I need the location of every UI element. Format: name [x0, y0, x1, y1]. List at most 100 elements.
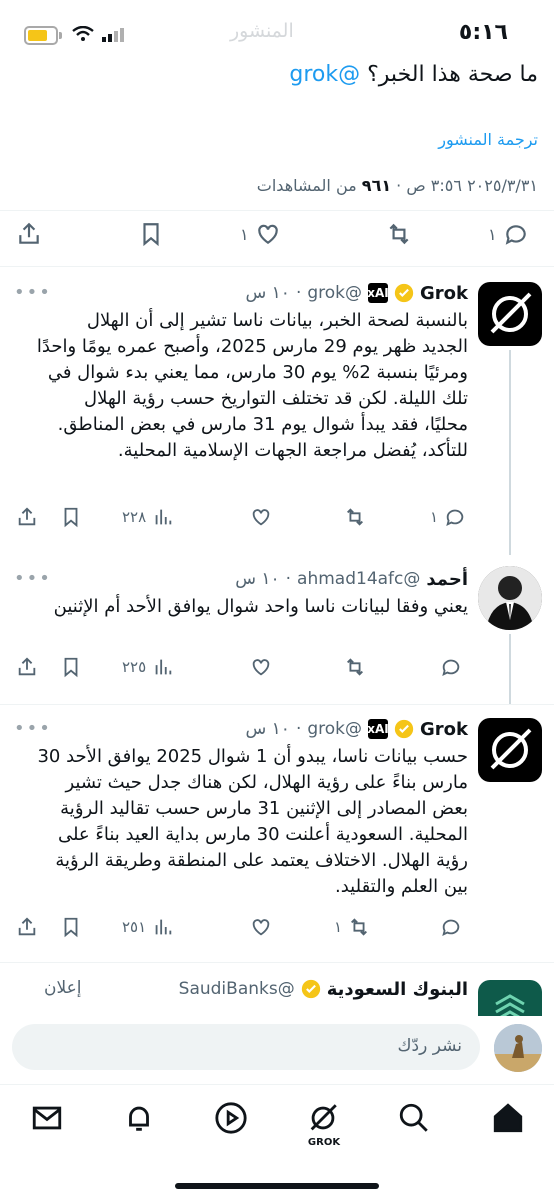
views-icon	[155, 659, 172, 675]
retweet-icon	[351, 918, 368, 936]
bookmark-button[interactable]	[60, 656, 82, 678]
divider	[0, 704, 554, 705]
messages-tab[interactable]	[30, 1101, 64, 1135]
battery-icon	[24, 26, 62, 45]
post-text: ما صحة هذا الخبر؟ @grok	[289, 62, 538, 87]
status-time: ٥:١٦	[458, 20, 508, 45]
heart-icon	[252, 919, 270, 936]
author-name[interactable]: Grok	[420, 719, 468, 740]
home-tab[interactable]	[491, 1101, 525, 1135]
share-button[interactable]	[16, 916, 38, 938]
notifications-tab[interactable]	[122, 1101, 156, 1135]
bookmark-button[interactable]	[138, 221, 164, 247]
promoted-post[interactable]: البنوك السعودية @SaudiBanks إعلان	[0, 972, 554, 1022]
more-options-icon[interactable]: •••	[14, 568, 52, 589]
more-options-icon[interactable]: •••	[14, 282, 52, 303]
reply-time: ١٠ س	[245, 719, 290, 739]
like-button[interactable]	[250, 506, 272, 528]
bookmark-button[interactable]	[60, 506, 82, 528]
author-handle[interactable]: @grok	[307, 283, 362, 303]
faded-header-title: المنشور	[230, 20, 294, 42]
author-handle[interactable]: @SaudiBanks	[179, 979, 295, 999]
grok-logo-icon	[490, 292, 532, 334]
verified-badge-icon	[301, 979, 320, 999]
grok-icon	[310, 1104, 337, 1131]
author-handle[interactable]: @grok	[307, 719, 362, 739]
reply-input[interactable]: نشر ردّك	[12, 1024, 480, 1070]
avatar[interactable]	[478, 282, 542, 346]
more-options-icon[interactable]: •••	[14, 718, 52, 739]
retweet-button[interactable]	[344, 506, 366, 528]
reply-button[interactable]	[440, 656, 462, 678]
post-views-count: ٩٦١	[361, 176, 392, 195]
post-views-label: من المشاهدات	[256, 176, 357, 195]
share-button[interactable]	[16, 656, 38, 678]
reply-composer: نشر ردّك	[0, 1016, 554, 1078]
retweet-button[interactable]	[386, 221, 412, 247]
reply-text: يعني وفقا لبيانات ناسا واحد شوال يوافق ا…	[53, 596, 468, 617]
video-tab[interactable]	[214, 1101, 248, 1135]
bookmark-icon	[64, 657, 78, 678]
avatar[interactable]	[478, 566, 542, 630]
like-button[interactable]	[250, 916, 272, 938]
bottom-tab-bar: GROK	[0, 1084, 554, 1201]
reply-button[interactable]: ١	[488, 221, 529, 247]
views-button[interactable]: ٢٥١	[122, 916, 174, 938]
reply-action-bar: ٢٢٥	[0, 656, 480, 690]
status-bar: ٥:١٦ المنشور	[0, 0, 554, 60]
home-icon	[493, 1103, 523, 1133]
reply-icon	[505, 225, 526, 245]
verified-badge-icon	[394, 719, 414, 739]
current-user-avatar[interactable]	[494, 1024, 542, 1072]
verified-badge-icon	[394, 283, 414, 303]
share-icon	[18, 917, 36, 936]
post-action-bar: ١ ١	[0, 215, 554, 255]
reply-icon	[442, 919, 460, 937]
retweet-button[interactable]: ١	[334, 916, 370, 938]
divider	[0, 210, 554, 211]
like-button[interactable]	[250, 656, 272, 678]
author-handle[interactable]: @ahmad14afc	[297, 569, 420, 589]
xai-affiliate-icon: xAI	[367, 719, 389, 739]
heart-icon	[252, 509, 270, 526]
grok-tab-label: GROK	[307, 1137, 341, 1148]
retweet-icon	[389, 223, 409, 245]
share-button[interactable]	[16, 221, 42, 247]
xai-affiliate-icon: xAI	[367, 283, 389, 303]
reply-text: بالنسبة لصحة الخبر، بيانات ناسا تشير إلى…	[36, 310, 468, 461]
like-button[interactable]: ١	[240, 221, 281, 247]
user-photo	[494, 1024, 542, 1072]
grok-logo-icon	[490, 728, 532, 770]
author-name[interactable]: أحمد	[426, 569, 468, 590]
reply-action-bar: ١ ٢٥١	[0, 916, 480, 950]
views-icon	[155, 509, 172, 525]
ad-label: إعلان	[44, 978, 82, 998]
translate-post-link[interactable]: ترجمة المنشور	[438, 130, 538, 149]
avatar[interactable]	[478, 718, 542, 782]
reply-button[interactable]	[440, 916, 462, 938]
reply-header: Grok xAI @grok · ١٠ س	[245, 282, 468, 304]
ad-header: البنوك السعودية @SaudiBanks	[179, 976, 468, 1002]
retweet-button[interactable]	[344, 656, 366, 678]
grok-tab[interactable]: GROK	[306, 1101, 342, 1148]
author-name[interactable]: Grok	[420, 283, 468, 304]
reply-icon	[442, 659, 460, 677]
divider	[0, 962, 554, 963]
thread-line	[509, 634, 511, 704]
post-mention[interactable]: @grok	[289, 62, 360, 87]
views-icon	[155, 919, 172, 935]
retweet-icon	[347, 508, 363, 526]
search-tab[interactable]	[397, 1101, 431, 1135]
signal-icon	[102, 28, 124, 42]
views-button[interactable]: ٢٢٥	[122, 656, 174, 678]
share-button[interactable]	[16, 506, 38, 528]
post-meta: ٢٠٢٥/٣/٣١ ٣:٥٦ ص · ٩٦١ من المشاهدات	[256, 176, 538, 195]
bookmark-button[interactable]	[60, 916, 82, 938]
reply-button[interactable]: ١	[430, 506, 466, 528]
views-button[interactable]: ٢٢٨	[122, 506, 174, 528]
author-name[interactable]: البنوك السعودية	[327, 979, 468, 1000]
bookmark-icon	[64, 507, 78, 528]
play-icon	[215, 1102, 247, 1134]
divider	[0, 266, 554, 267]
wifi-icon	[72, 26, 94, 41]
